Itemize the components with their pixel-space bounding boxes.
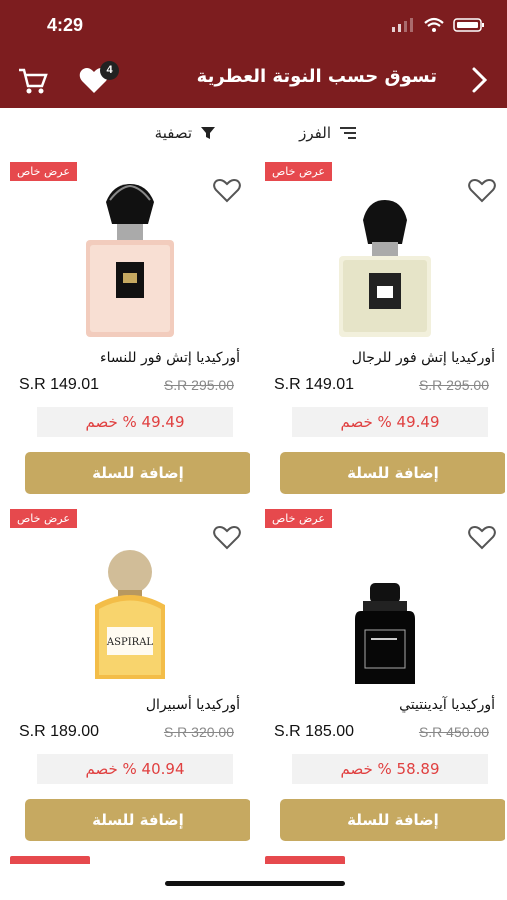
add-to-cart-button[interactable]: إضافة للسلة: [25, 452, 250, 494]
product-name: أوركيديا إتش فور للرجال: [351, 350, 495, 366]
add-to-cart-button[interactable]: إضافة للسلة: [280, 799, 505, 841]
cart-icon[interactable]: [18, 67, 48, 95]
price-row: S.R 320.00 S.R 189.00: [19, 723, 234, 741]
promo-badge: عرض خاص: [265, 509, 332, 528]
promo-badge: عرض خاص: [10, 509, 77, 528]
product-card[interactable]: عرض خاص أوركيديا إتش فور للرجال S.R 295.…: [265, 162, 505, 496]
current-price: S.R 149.01: [274, 376, 355, 393]
home-indicator[interactable]: [165, 881, 345, 886]
add-to-cart-button[interactable]: إضافة للسلة: [25, 799, 250, 841]
old-price: S.R 320.00: [163, 724, 234, 740]
bottle-label: ASPIRAL: [106, 637, 154, 648]
old-price: S.R 295.00: [418, 377, 489, 393]
sort-icon: [340, 127, 356, 139]
wishlist-count-badge: 4: [100, 61, 119, 80]
discount-label: 40.94 % خصم: [37, 754, 233, 784]
current-price: S.R 189.00: [19, 723, 100, 740]
partial-promo-badge: [10, 856, 90, 864]
product-card[interactable]: عرض خاص أوركيديا إتش فور للنساء S.R 295.…: [10, 162, 250, 496]
filter-icon: [201, 127, 215, 139]
battery-icon: [453, 18, 484, 32]
back-chevron-icon[interactable]: [469, 66, 489, 94]
status-time: 4:29: [47, 15, 84, 35]
sort-filter-toolbar: الفرز تصفية: [0, 112, 507, 154]
product-name: أوركيديا إتش فور للنساء: [100, 350, 240, 366]
product-card[interactable]: عرض خاص أوركيديا آيدينتيتي S.R 450.00 S.R…: [265, 509, 505, 843]
signal-icon: [392, 18, 413, 32]
sort-label: الفرز: [299, 124, 331, 142]
sort-button[interactable]: الفرز: [299, 124, 357, 142]
discount-label: 58.89 % خصم: [292, 754, 488, 784]
product-image[interactable]: [50, 182, 210, 337]
product-image[interactable]: ASPIRAL: [50, 529, 210, 684]
product-name: أوركيديا أسبيرال: [145, 697, 240, 713]
old-price: S.R 295.00: [163, 377, 234, 393]
favorite-heart-icon[interactable]: [468, 178, 496, 203]
discount-label: 49.49 % خصم: [37, 407, 233, 437]
filter-label: تصفية: [154, 124, 192, 142]
current-price: S.R 185.00: [274, 723, 355, 740]
favorite-heart-icon[interactable]: [468, 525, 496, 550]
product-name: أوركيديا آيدينتيتي: [399, 697, 495, 713]
partial-promo-badge: [265, 856, 345, 864]
wifi-icon: [424, 17, 444, 32]
old-price: S.R 450.00: [418, 724, 489, 740]
discount-label: 49.49 % خصم: [292, 407, 488, 437]
product-image[interactable]: [305, 182, 465, 337]
price-row: S.R 295.00 S.R 149.01: [274, 376, 489, 394]
product-card[interactable]: عرض خاص ASPIRAL أوركيديا أسبيرال S.R 320…: [10, 509, 250, 843]
favorite-heart-icon[interactable]: [213, 178, 241, 203]
price-row: S.R 295.00 S.R 149.01: [19, 376, 234, 394]
product-image[interactable]: [305, 529, 465, 684]
promo-badge: عرض خاص: [265, 162, 332, 181]
favorite-heart-icon[interactable]: [213, 525, 241, 550]
app-header: 4:29 تسوق حسب النوتة العطرية 4: [0, 0, 507, 108]
filter-button[interactable]: تصفية: [155, 124, 216, 142]
add-to-cart-button[interactable]: إضافة للسلة: [280, 452, 505, 494]
status-icons: [391, 17, 485, 33]
current-price: S.R 149.01: [19, 376, 100, 393]
page-title: تسوق حسب النوتة العطرية: [196, 66, 437, 87]
price-row: S.R 450.00 S.R 185.00: [274, 723, 489, 741]
promo-badge: عرض خاص: [10, 162, 77, 181]
